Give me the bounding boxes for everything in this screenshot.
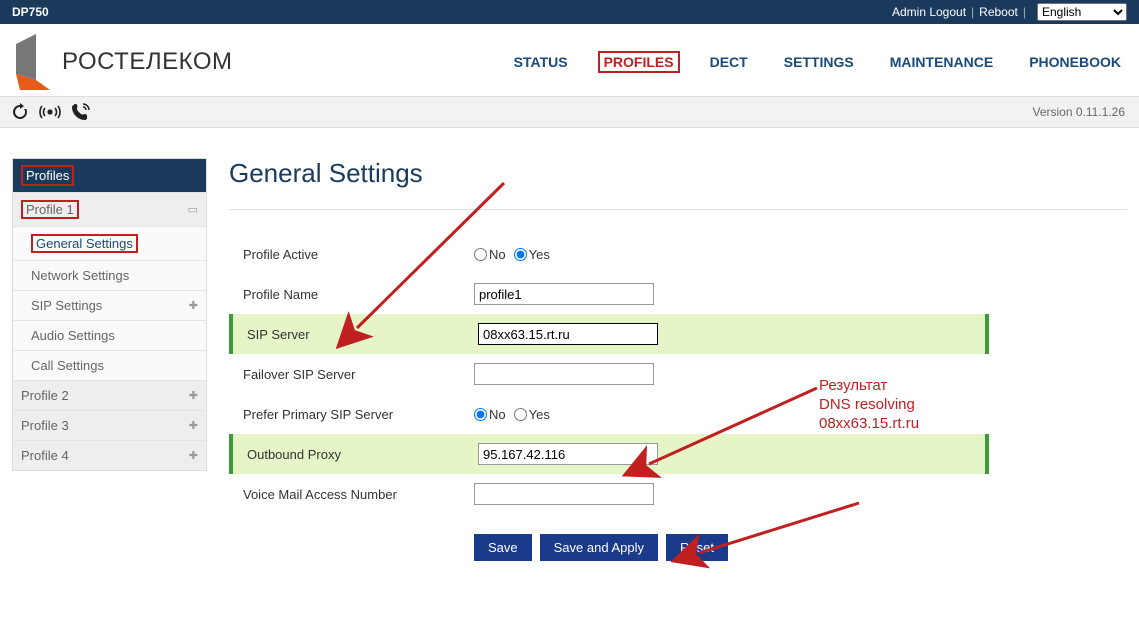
profile-active-no[interactable]: No [474,247,506,262]
sidebar-profile-1[interactable]: Profile 1 ▭ [13,192,206,226]
sidebar-audio-settings[interactable]: Audio Settings [13,320,206,350]
sidebar-general-settings[interactable]: General Settings [13,226,206,260]
failover-sip-input[interactable] [474,363,654,385]
main-nav: STATUS PROFILES DECT SETTINGS MAINTENANC… [508,51,1127,73]
top-bar: DP750 Admin Logout | Reboot | English [0,0,1139,24]
sidebar-head: Profiles [13,159,206,192]
expand-icon: ✚ [189,389,198,402]
sidebar-profile-2[interactable]: Profile 2✚ [13,380,206,410]
refresh-icon[interactable] [8,100,32,124]
toolbar: Version 0.11.1.26 [0,96,1139,128]
device-model: DP750 [12,5,49,19]
header-row: РОСТЕЛЕКОМ STATUS PROFILES DECT SETTINGS… [0,24,1139,96]
save-button[interactable]: Save [474,534,532,561]
signal-icon[interactable] [38,100,62,124]
logo: РОСТЕЛЕКОМ [12,34,232,90]
expand-icon: ✚ [189,449,198,462]
row-outbound-proxy: Outbound Proxy [229,434,989,474]
phone-icon[interactable] [68,100,92,124]
nav-profiles[interactable]: PROFILES [598,51,680,73]
expand-icon: ✚ [189,299,198,312]
admin-logout-link[interactable]: Admin Logout [892,5,966,19]
sidebar-profile-4[interactable]: Profile 4✚ [13,440,206,470]
language-select[interactable]: English [1037,3,1127,21]
form: Profile Active No Yes Profile Name SIP S… [229,234,989,514]
prefer-primary-yes[interactable]: Yes [514,407,550,422]
logo-text: РОСТЕЛЕКОМ [62,48,232,76]
collapse-icon: ▭ [188,203,198,216]
nav-settings[interactable]: SETTINGS [778,51,860,73]
sidebar: Profiles Profile 1 ▭ General Settings Ne… [12,158,207,471]
expand-icon: ✚ [189,419,198,432]
sidebar-profile-3[interactable]: Profile 3✚ [13,410,206,440]
profile-name-input[interactable] [474,283,654,305]
nav-maintenance[interactable]: MAINTENANCE [884,51,999,73]
button-row: Save Save and Apply Reset [229,534,1127,561]
page-title: General Settings [229,158,1127,189]
nav-status[interactable]: STATUS [508,51,574,73]
version-text: Version 0.11.1.26 [1032,105,1131,119]
voicemail-input[interactable] [474,483,654,505]
sip-server-input[interactable] [478,323,658,345]
nav-phonebook[interactable]: PHONEBOOK [1023,51,1127,73]
content-area: General Settings Profile Active No Yes P… [229,158,1127,561]
annotation-text: Результат DNS resolving 08xx63.15.rt.ru [819,377,919,433]
logo-icon [12,34,54,90]
reset-button[interactable]: Reset [666,534,728,561]
save-apply-button[interactable]: Save and Apply [540,534,658,561]
row-profile-name: Profile Name [229,274,989,314]
row-profile-active: Profile Active No Yes [229,234,989,274]
sidebar-call-settings[interactable]: Call Settings [13,350,206,380]
prefer-primary-no[interactable]: No [474,407,506,422]
row-voicemail: Voice Mail Access Number [229,474,989,514]
reboot-link[interactable]: Reboot [979,5,1018,19]
nav-dect[interactable]: DECT [704,51,754,73]
profile-active-yes[interactable]: Yes [514,247,550,262]
outbound-proxy-input[interactable] [478,443,658,465]
row-sip-server: SIP Server [229,314,989,354]
sidebar-network-settings[interactable]: Network Settings [13,260,206,290]
sidebar-sip-settings[interactable]: SIP Settings✚ [13,290,206,320]
